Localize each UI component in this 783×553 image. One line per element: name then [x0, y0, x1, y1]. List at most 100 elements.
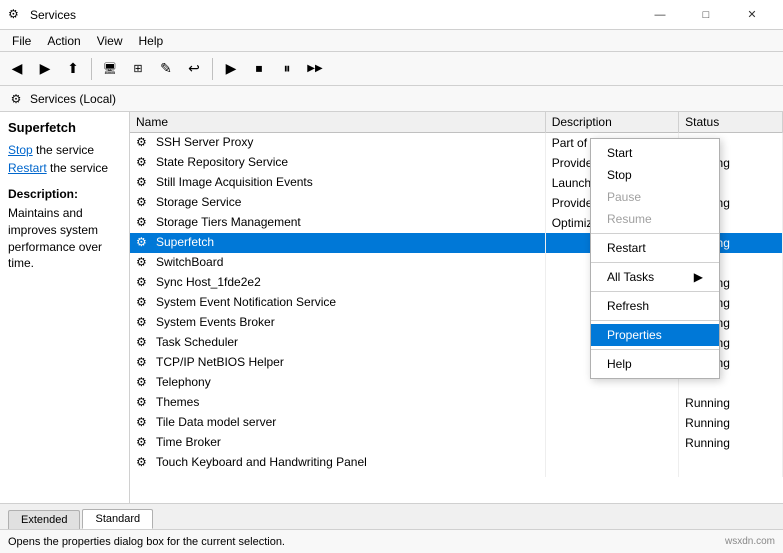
- service-name: Task Scheduler: [156, 335, 238, 349]
- context-menu-item-restart[interactable]: Restart: [591, 237, 719, 259]
- maximize-button[interactable]: □: [683, 0, 729, 30]
- context-menu-item-refresh[interactable]: Refresh: [591, 295, 719, 317]
- service-icon: ⚙: [136, 455, 152, 471]
- service-icon: ⚙: [136, 235, 152, 251]
- service-description: [545, 413, 678, 433]
- service-description: [545, 453, 678, 473]
- col-header-name[interactable]: Name: [130, 112, 545, 133]
- service-name: SwitchBoard: [156, 255, 223, 269]
- context-menu-item-pause: Pause: [591, 186, 719, 208]
- context-menu: StartStopPauseResume Restart All Tasks ▶ Ref…: [590, 138, 720, 379]
- app-icon: ⚙: [8, 7, 24, 23]
- service-icon: ⚙: [136, 435, 152, 451]
- table-row[interactable]: ⚙ Time Broker Running: [130, 433, 783, 453]
- service-name: Tile Data model server: [156, 415, 276, 429]
- service-status: Running: [679, 413, 783, 433]
- service-name: Themes: [156, 395, 199, 409]
- service-icon: ⚙: [136, 315, 152, 331]
- context-menu-item-start[interactable]: Start: [591, 142, 719, 164]
- service-status: [679, 473, 783, 477]
- service-status: [679, 453, 783, 473]
- service-icon: ⚙: [136, 295, 152, 311]
- service-icon: ⚙: [136, 375, 152, 391]
- service-icon: ⚙: [136, 255, 152, 271]
- toolbar-separator-1: [91, 58, 92, 80]
- tab-bar: Extended Standard: [0, 503, 783, 529]
- breadcrumb-icon: ⚙: [8, 91, 24, 107]
- menu-file[interactable]: File: [4, 32, 39, 50]
- service-icon: ⚙: [136, 355, 152, 371]
- service-icon: ⚙: [136, 475, 152, 477]
- context-menu-item-all-tasks[interactable]: All Tasks ▶: [591, 266, 719, 288]
- status-bar: Opens the properties dialog box for the …: [0, 529, 783, 553]
- menu-action[interactable]: Action: [39, 32, 88, 50]
- service-name: Sync Host_1fde2e2: [156, 275, 261, 289]
- service-icon: ⚙: [136, 135, 152, 151]
- service-name: System Events Broker: [156, 315, 275, 329]
- col-header-status[interactable]: Status: [679, 112, 783, 133]
- restart-service-link[interactable]: Restart: [8, 161, 47, 175]
- service-icon: ⚙: [136, 155, 152, 171]
- watermark: wsxdn.com: [725, 536, 775, 547]
- context-menu-separator: [591, 291, 719, 292]
- service-status: Running: [679, 393, 783, 413]
- service-name: Update Orchestrator Service for Wind...: [156, 475, 366, 477]
- service-status: Running: [679, 433, 783, 453]
- context-menu-item-properties[interactable]: Properties: [591, 324, 719, 346]
- context-menu-separator: [591, 233, 719, 234]
- context-menu-separator: [591, 349, 719, 350]
- service-name: State Repository Service: [156, 155, 288, 169]
- service-icon: ⚙: [136, 335, 152, 351]
- stop-service-link[interactable]: Stop: [8, 143, 33, 157]
- service-icon: ⚙: [136, 195, 152, 211]
- close-button[interactable]: ✕: [729, 0, 775, 30]
- toolbar-pause[interactable]: ⏸: [274, 56, 300, 82]
- service-name: Time Broker: [156, 435, 221, 449]
- ctx-label: All Tasks: [607, 270, 654, 284]
- toolbar-play[interactable]: ▶: [218, 56, 244, 82]
- menu-view[interactable]: View: [89, 32, 131, 50]
- window-controls: — □ ✕: [637, 0, 775, 30]
- service-icon: ⚙: [136, 395, 152, 411]
- service-name: Storage Service: [156, 195, 241, 209]
- toolbar-stop[interactable]: ⏹: [246, 56, 272, 82]
- table-row[interactable]: ⚙ Tile Data model server Running: [130, 413, 783, 433]
- service-description: [545, 473, 678, 477]
- tab-extended[interactable]: Extended: [8, 510, 80, 529]
- col-header-description[interactable]: Description: [545, 112, 678, 133]
- table-row[interactable]: ⚙ Themes Running: [130, 393, 783, 413]
- table-row[interactable]: ⚙Touch Keyboard and Handwriting Panel: [130, 453, 783, 473]
- service-icon: ⚙: [136, 175, 152, 191]
- toolbar-up[interactable]: ⬆: [60, 56, 86, 82]
- ctx-arrow-icon: ▶: [694, 270, 703, 284]
- service-name: SSH Server Proxy: [156, 135, 253, 149]
- description-label: Description:: [8, 187, 121, 201]
- toolbar: ◀ ▶ ⬆ 🖥 ⊞ ✎ ↩ ▶ ⏹ ⏸ ▶▶: [0, 52, 783, 86]
- title-bar: ⚙ Services — □ ✕: [0, 0, 783, 30]
- service-name: TCP/IP NetBIOS Helper: [156, 355, 284, 369]
- service-icon: ⚙: [136, 415, 152, 431]
- context-menu-item-resume: Resume: [591, 208, 719, 230]
- menu-help[interactable]: Help: [131, 32, 172, 50]
- toolbar-back[interactable]: ◀: [4, 56, 30, 82]
- toolbar-restart[interactable]: ▶▶: [302, 56, 328, 82]
- toolbar-refresh[interactable]: ↩: [181, 56, 207, 82]
- toolbar-forward[interactable]: ▶: [32, 56, 58, 82]
- stop-service-text: the service: [33, 143, 94, 157]
- context-menu-item-stop[interactable]: Stop: [591, 164, 719, 186]
- context-menu-item-help[interactable]: Help: [591, 353, 719, 375]
- service-name: System Event Notification Service: [156, 295, 336, 309]
- tab-standard[interactable]: Standard: [82, 509, 153, 529]
- breadcrumb-label[interactable]: Services (Local): [30, 92, 116, 106]
- service-description: [545, 393, 678, 413]
- description-text: Maintains and improves system performanc…: [8, 205, 121, 272]
- restart-service-text: the service: [47, 161, 108, 175]
- toolbar-grid[interactable]: ⊞: [125, 56, 151, 82]
- toolbar-edit[interactable]: ✎: [153, 56, 179, 82]
- minimize-button[interactable]: —: [637, 0, 683, 30]
- service-icon: ⚙: [136, 215, 152, 231]
- service-name-heading: Superfetch: [8, 120, 121, 135]
- table-row[interactable]: ⚙ Update Orchestrator Service for Wind...: [130, 473, 783, 477]
- menu-bar: File Action View Help: [0, 30, 783, 52]
- toolbar-show-hide[interactable]: 🖥: [97, 56, 123, 82]
